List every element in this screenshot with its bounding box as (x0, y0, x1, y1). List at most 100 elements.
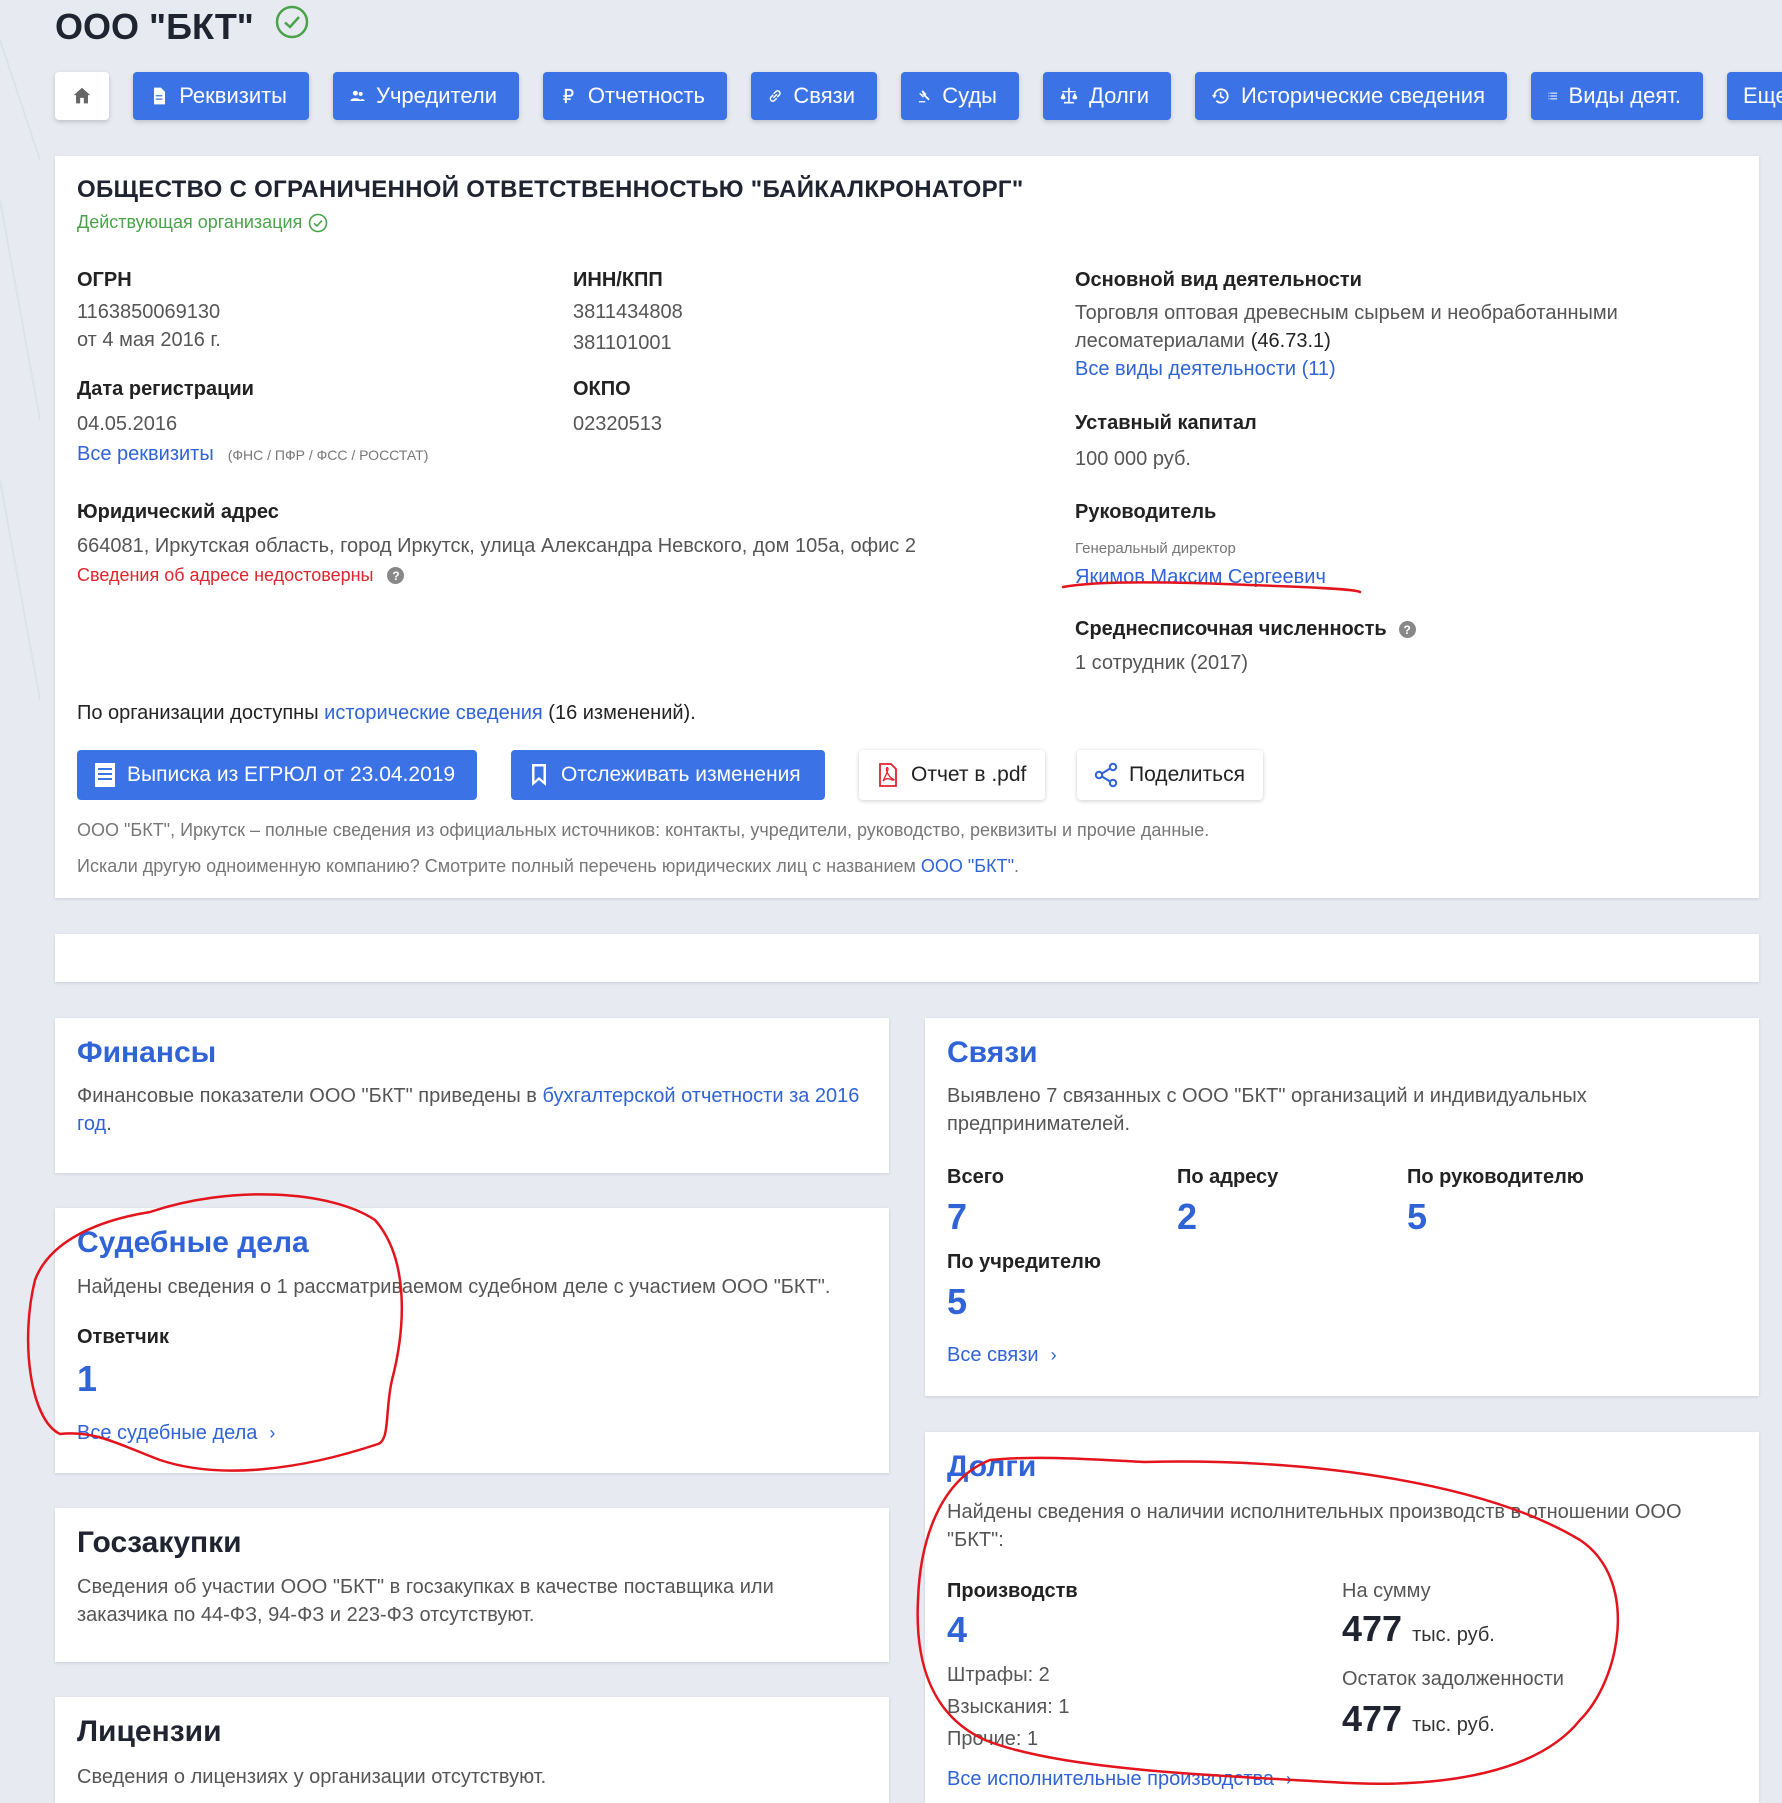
empty-banner (55, 934, 1759, 982)
pdf-report-button[interactable]: Отчет в .pdf (859, 750, 1045, 800)
debts-text-line2: "БКТ": (947, 1529, 1004, 1551)
links-founder-value[interactable]: 5 (947, 1281, 967, 1323)
tab-activities[interactable]: Виды деят. (1531, 72, 1703, 120)
all-requisites-row: Все реквизиты (ФНС / ПФР / ФСС / РОССТАТ… (77, 443, 428, 466)
all-requisites-link[interactable]: Все реквизиты (77, 443, 214, 466)
reg-date-value: 04.05.2016 (77, 413, 178, 435)
links-address-value[interactable]: 2 (1177, 1196, 1197, 1238)
tab-label: Долги (1088, 83, 1149, 108)
reg-date-label: Дата регистрации (77, 378, 254, 400)
licenses-card: Лицензии Сведения о лицензиях у организа… (55, 1697, 889, 1803)
address-warning: Сведения об адресе недостоверны ? (77, 565, 405, 586)
rest-label: Остаток задолженности (1342, 1668, 1564, 1690)
namesake-prefix: Искали другую одноименную компанию? Смот… (77, 856, 916, 876)
debts-card: Долги Найдены сведения о наличии исполни… (925, 1432, 1759, 1803)
sum-unit: тыс. руб. (1412, 1624, 1495, 1646)
all-courts-link[interactable]: Все судебные дела › (77, 1422, 275, 1445)
ogrn-date: от 4 мая 2016 г. (77, 329, 221, 351)
activity-line2-text: лесоматериалами (1075, 330, 1245, 352)
pdf-button-label: Отчет в .pdf (911, 763, 1027, 786)
tab-home[interactable] (55, 72, 109, 120)
tab-label: Учредители (375, 83, 497, 108)
verified-check-icon (274, 4, 310, 49)
tab-reports[interactable]: Отчетность (543, 72, 727, 120)
finance-title: Финансы (77, 1036, 217, 1069)
all-proceedings-label: Все исполнительные производства (947, 1768, 1275, 1790)
courts-text: Найдены сведения о 1 рассматриваемом суд… (77, 1276, 831, 1298)
home-icon (73, 87, 91, 104)
pdf-icon (879, 763, 897, 787)
head-name-link[interactable]: Якимов Максим Сергеевич (1075, 563, 1326, 592)
address-value: 664081, Иркутская область, город Иркутск… (77, 535, 916, 557)
all-courts-label: Все судебные дела (77, 1422, 258, 1444)
links-total-value[interactable]: 7 (947, 1196, 967, 1238)
links-text-line2: предпринимателей. (947, 1113, 1130, 1135)
ogrn-value: 1163850069130 (77, 301, 221, 323)
tab-requisites[interactable]: Реквизиты (133, 72, 309, 120)
share-button-label: Поделиться (1129, 763, 1245, 786)
share-button[interactable]: Поделиться (1077, 750, 1263, 800)
address-warning-text: Сведения об адресе недостоверны (77, 565, 374, 585)
staff-value: 1 сотрудник (2017) (1075, 652, 1248, 674)
people-icon (350, 90, 365, 101)
all-proceedings-link[interactable]: Все исполнительные производства › (947, 1768, 1292, 1791)
rest-unit: тыс. руб. (1412, 1714, 1495, 1736)
help-icon[interactable]: ? (387, 567, 405, 584)
recoveries-count: Взыскания: 1 (947, 1696, 1070, 1718)
address-label: Юридический адрес (77, 501, 279, 523)
help-icon[interactable]: ? (1398, 621, 1416, 638)
scales-icon (1060, 87, 1078, 104)
kpp-value: 381101001 (573, 332, 672, 354)
all-links-link[interactable]: Все связи › (947, 1344, 1057, 1367)
tab-label: Виды деят. (1568, 83, 1681, 108)
tab-links[interactable]: Связи (751, 72, 877, 120)
history-icon (1211, 88, 1229, 104)
bookmark-icon (532, 764, 546, 786)
links-text-line1: Выявлено 7 связанных с ООО "БКТ" организ… (947, 1085, 1587, 1107)
link-icon (769, 90, 781, 102)
finance-text: Финансовые показатели ООО "БКТ" приведен… (77, 1082, 877, 1138)
tab-courts[interactable]: Суды (901, 72, 1019, 120)
namesake-suffix: . (1013, 856, 1019, 876)
finance-report-link[interactable]: бухгалтерской отчетности за (542, 1085, 809, 1107)
track-changes-button[interactable]: Отслеживать изменения (511, 750, 825, 800)
tab-more[interactable]: Еще (1727, 72, 1782, 120)
gavel-icon (918, 90, 930, 103)
proceedings-label: Производств (947, 1580, 1078, 1602)
licenses-text: Сведения о лицензиях у организации отсут… (77, 1766, 547, 1788)
all-activities-link[interactable]: Все виды деятельности (11) (1075, 355, 1336, 384)
ruble-icon (563, 88, 574, 104)
links-head-label: По руководителю (1407, 1166, 1584, 1188)
history-link[interactable]: исторические сведения (324, 702, 543, 724)
track-button-label: Отслеживать изменения (561, 763, 801, 786)
procurement-text-line2: заказчика по 44-ФЗ, 94-ФЗ и 223-ФЗ отсут… (77, 1604, 535, 1626)
okpo-value: 02320513 (573, 413, 662, 435)
defendant-count[interactable]: 1 (77, 1358, 97, 1400)
requisites-sources: (ФНС / ПФР / ФСС / РОССТАТ) (227, 447, 429, 463)
other-count: Прочие: 1 (947, 1728, 1039, 1750)
proceedings-count[interactable]: 4 (947, 1609, 967, 1651)
links-founder-label: По учредителю (947, 1251, 1101, 1273)
tab-founders[interactable]: Учредители (333, 72, 519, 120)
tab-history[interactable]: Исторические сведения (1195, 72, 1507, 120)
courts-card: Судебные дела Найдены сведения о 1 рассм… (55, 1208, 889, 1473)
list-icon (1548, 92, 1558, 100)
activity-code: (46.73.1) (1250, 330, 1331, 352)
tab-label: Исторические сведения (1241, 83, 1485, 108)
background-decoration (0, 39, 40, 701)
sum-amount: 477 (1342, 1608, 1403, 1649)
status-badge: Действующая организация (77, 212, 328, 233)
tab-label: Отчетность (587, 83, 705, 108)
history-prefix: По организации доступны (77, 702, 319, 724)
namesake-link[interactable]: ООО "БКТ" (921, 856, 1014, 876)
links-head-value[interactable]: 5 (1407, 1196, 1427, 1238)
share-icon (1094, 762, 1118, 788)
tab-debts[interactable]: Долги (1043, 72, 1171, 120)
sum-label: На сумму (1342, 1580, 1431, 1602)
rest-value: 477 тыс. руб. (1342, 1698, 1495, 1740)
company-full-name: ОБЩЕСТВО С ОГРАНИЧЕННОЙ ОТВЕТСТВЕННОСТЬЮ… (77, 176, 1024, 203)
seo-note: ООО "БКТ", Иркутск – полные сведения из … (77, 820, 1210, 840)
procurement-title: Госзакупки (77, 1526, 242, 1559)
egrul-extract-button[interactable]: Выписка из ЕГРЮЛ от 23.04.2019 (77, 750, 477, 800)
head-position: Генеральный директор (1075, 540, 1236, 557)
